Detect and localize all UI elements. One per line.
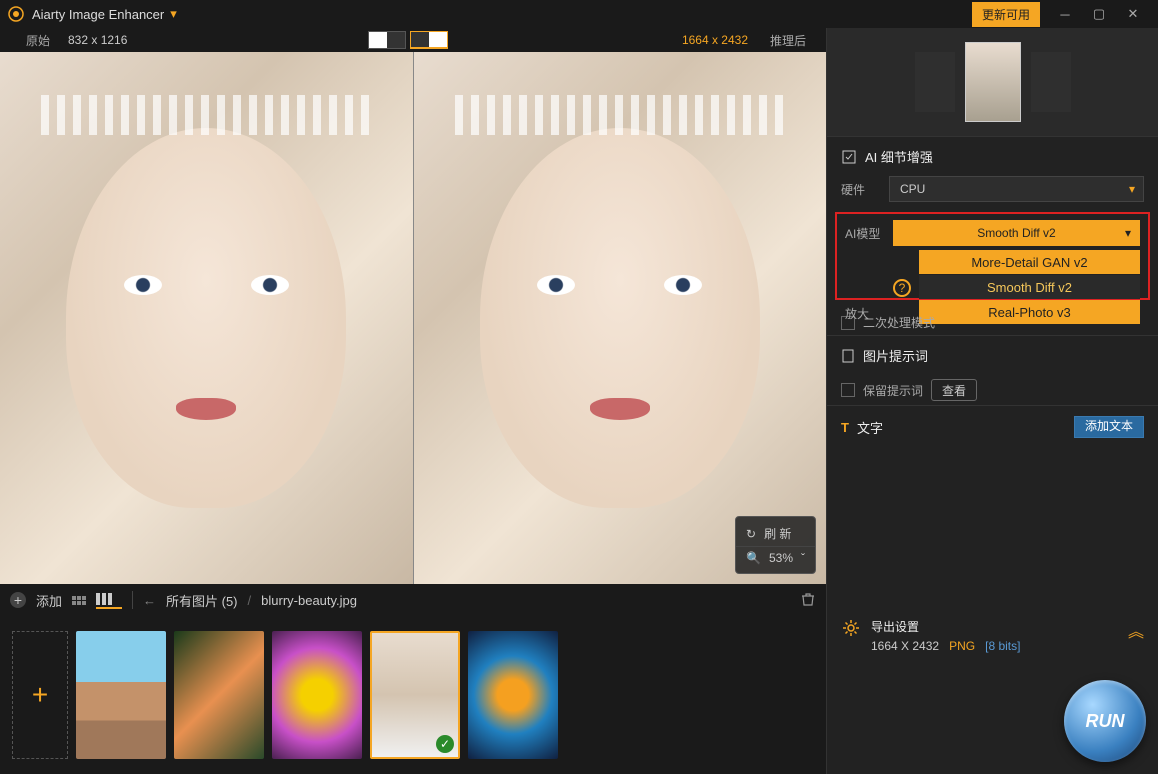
export-dim: 1664 X 2432 xyxy=(871,639,939,653)
dimension-bar: 原始 832 x 1216 1664 x 2432 推理后 xyxy=(0,28,826,52)
keep-prompt-row: 保留提示词 查看 xyxy=(827,375,1158,405)
maximize-button[interactable]: ▢ xyxy=(1082,0,1116,28)
model-label: AI模型 xyxy=(845,225,885,242)
trash-icon xyxy=(800,591,816,607)
help-icon[interactable]: ? xyxy=(893,279,911,297)
breadcrumb-file: blurry-beauty.jpg xyxy=(261,593,357,608)
secondary-mode-checkbox[interactable] xyxy=(841,316,855,330)
run-button[interactable]: RUN xyxy=(1064,680,1146,762)
hardware-select[interactable]: CPU ▾ xyxy=(889,176,1144,202)
prompt-title: 图片提示词 xyxy=(863,346,928,365)
export-bits: [8 bits] xyxy=(985,639,1020,653)
refresh-icon: ↻ xyxy=(746,527,756,541)
expand-icon[interactable]: ︽ xyxy=(1128,618,1144,642)
list-view-icon[interactable] xyxy=(96,593,122,609)
output-dimensions: 1664 x 2432 xyxy=(448,33,758,47)
thumb-2[interactable] xyxy=(174,631,264,759)
original-dimensions: 832 x 1216 xyxy=(68,33,368,47)
original-label: 原始 xyxy=(8,32,68,49)
view-controls: ↻ 刷 新 🔍 53% ˇ xyxy=(735,516,816,574)
before-image xyxy=(0,52,414,584)
refresh-button[interactable]: ↻ 刷 新 xyxy=(736,521,815,546)
preview-prev[interactable] xyxy=(915,52,955,112)
model-highlight-box: AI模型 Smooth Diff v2 ▾ ? More-Detail GAN … xyxy=(835,212,1150,300)
ai-detail-title: AI 细节增强 xyxy=(865,147,933,166)
right-panel: AI 细节增强 硬件 CPU ▾ AI模型 Smooth Diff v2 ▾ xyxy=(826,28,1158,774)
ai-detail-section: AI 细节增强 硬件 CPU ▾ AI模型 Smooth Diff v2 ▾ xyxy=(827,136,1158,310)
document-icon xyxy=(841,349,855,363)
add-label[interactable]: 添加 xyxy=(36,591,62,610)
app-logo-icon xyxy=(8,6,24,22)
zoom-value: 53% xyxy=(769,551,793,565)
title-chevron-icon[interactable]: ▾ xyxy=(170,6,177,22)
prompt-section: 图片提示词 xyxy=(827,335,1158,375)
app-title: Aiarty Image Enhancer xyxy=(32,7,164,22)
grid-view-icon[interactable] xyxy=(72,596,86,605)
view-mode-single[interactable] xyxy=(368,31,406,49)
secondary-mode-row[interactable]: 二次处理模式 xyxy=(827,310,1158,335)
export-format: PNG xyxy=(949,639,975,653)
keep-prompt-checkbox[interactable] xyxy=(841,383,855,397)
model-option-0[interactable]: More-Detail GAN v2 xyxy=(919,250,1140,274)
preview-next[interactable] xyxy=(1031,52,1071,112)
close-button[interactable]: ✕ xyxy=(1116,0,1150,28)
add-text-button[interactable]: 添加文本 xyxy=(1074,416,1144,438)
titlebar: Aiarty Image Enhancer ▾ 更新可用 ─ ▢ ✕ xyxy=(0,0,1158,28)
filmstrip-toolbar: + 添加 ← 所有图片 (5) / blurry-beauty.jpg xyxy=(0,584,826,616)
preview-current[interactable] xyxy=(965,42,1021,122)
text-title: 文字 xyxy=(857,418,883,437)
thumb-3[interactable] xyxy=(272,631,362,759)
after-label: 推理后 xyxy=(758,32,818,49)
model-select[interactable]: Smooth Diff v2 ▾ xyxy=(893,220,1140,246)
delete-button[interactable] xyxy=(800,591,816,610)
add-icon[interactable]: + xyxy=(10,592,26,608)
export-title: 导出设置 xyxy=(871,618,1020,637)
preview-strip xyxy=(827,28,1158,136)
minimize-button[interactable]: ─ xyxy=(1048,0,1082,28)
model-option-1[interactable]: Smooth Diff v2 xyxy=(919,275,1140,299)
text-section: T 文字 添加文本 xyxy=(827,405,1158,448)
after-image xyxy=(414,52,827,584)
breadcrumb-sep: / xyxy=(248,593,252,608)
update-available-button[interactable]: 更新可用 xyxy=(972,2,1040,27)
back-arrow-icon[interactable]: ← xyxy=(143,593,156,608)
add-image-tile[interactable]: + xyxy=(12,631,68,759)
export-section[interactable]: 导出设置 1664 X 2432 PNG [8 bits] ︽ xyxy=(827,608,1158,666)
magnifier-icon: 🔍 xyxy=(746,551,761,565)
chevron-down-icon: ▾ xyxy=(1129,182,1135,196)
filmstrip: + ✓ xyxy=(0,616,826,774)
breadcrumb-all[interactable]: 所有图片 (5) xyxy=(166,591,238,610)
enhance-icon xyxy=(841,149,857,165)
zoom-control[interactable]: 🔍 53% ˇ xyxy=(736,546,815,569)
thumb-5[interactable] xyxy=(468,631,558,759)
left-panel: 原始 832 x 1216 1664 x 2432 推理后 ↻ 刷 新 xyxy=(0,28,826,774)
chevron-down-icon: ▾ xyxy=(1125,226,1131,240)
text-icon: T xyxy=(841,420,849,435)
view-mode-split[interactable] xyxy=(410,31,448,49)
thumb-4-selected[interactable]: ✓ xyxy=(370,631,460,759)
gear-icon xyxy=(841,618,861,638)
hardware-label: 硬件 xyxy=(841,181,881,198)
compare-view[interactable]: ↻ 刷 新 🔍 53% ˇ xyxy=(0,52,826,584)
chevron-down-icon: ˇ xyxy=(801,551,805,565)
view-prompt-button[interactable]: 查看 xyxy=(931,379,977,401)
check-icon: ✓ xyxy=(436,735,454,753)
thumb-1[interactable] xyxy=(76,631,166,759)
